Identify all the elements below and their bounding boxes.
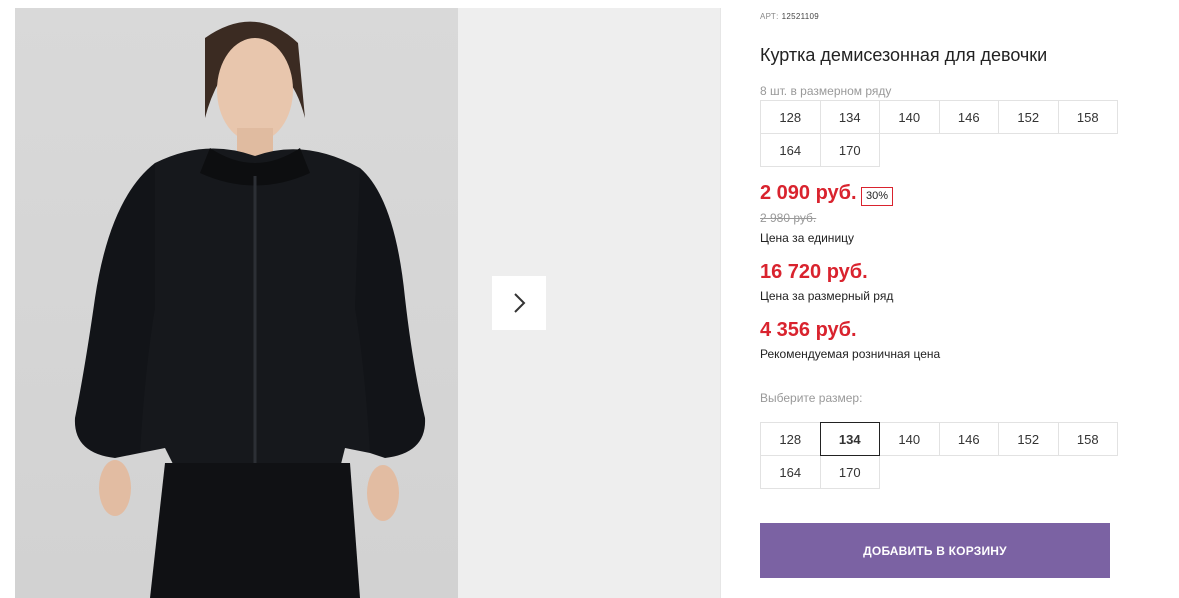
product-gallery <box>0 0 721 598</box>
article-label: АРТ: <box>760 12 779 21</box>
size-row-item: 170 <box>819 133 880 167</box>
unit-price: 2 090 руб. <box>760 182 857 204</box>
rrp-price: 4 356 руб. <box>760 319 857 341</box>
size-row-item: 128 <box>760 100 821 134</box>
size-selector: 128 134 140 146 152 158 164 170 <box>760 422 1118 489</box>
size-row-item: 158 <box>1057 100 1118 134</box>
size-option-152[interactable]: 152 <box>998 422 1059 456</box>
size-row-grid: 128 134 140 146 152 158 164 170 <box>760 100 1118 167</box>
model-in-jacket-image <box>74 21 426 598</box>
article-value: 12521109 <box>781 12 820 21</box>
old-price: 2 980 руб. <box>760 211 817 225</box>
size-row-item: 140 <box>879 100 940 134</box>
size-option-164[interactable]: 164 <box>760 455 821 489</box>
product-photo[interactable] <box>15 8 458 598</box>
size-option-158[interactable]: 158 <box>1057 422 1118 456</box>
product-title: Куртка демисезонная для девочки <box>760 45 1048 65</box>
size-row-caption: 8 шт. в размерном ряду <box>760 84 892 98</box>
row-price-label: Цена за размерный ряд <box>760 289 894 303</box>
size-row-item: 146 <box>938 100 999 134</box>
rrp-price-label: Рекомендуемая розничная цена <box>760 347 941 361</box>
size-option-134[interactable]: 134 <box>819 422 880 456</box>
chevron-right-icon <box>514 293 526 313</box>
next-image-button[interactable] <box>492 276 546 330</box>
size-option-140[interactable]: 140 <box>879 422 940 456</box>
size-option-146[interactable]: 146 <box>938 422 999 456</box>
size-option-128[interactable]: 128 <box>760 422 821 456</box>
size-row-item: 152 <box>998 100 1059 134</box>
unit-price-label: Цена за единицу <box>760 231 855 245</box>
size-row-item: 164 <box>760 133 821 167</box>
choose-size-caption: Выберите размер: <box>760 391 863 405</box>
article-number: АРТ: 12521109 <box>760 12 819 21</box>
gallery-divider <box>720 8 721 598</box>
discount-badge: 30% <box>861 187 894 206</box>
row-price: 16 720 руб. <box>760 261 868 283</box>
size-row-item: 134 <box>819 100 880 134</box>
add-to-cart-button[interactable]: ДОБАВИТЬ В КОРЗИНУ <box>760 523 1110 578</box>
size-option-170[interactable]: 170 <box>819 455 880 489</box>
